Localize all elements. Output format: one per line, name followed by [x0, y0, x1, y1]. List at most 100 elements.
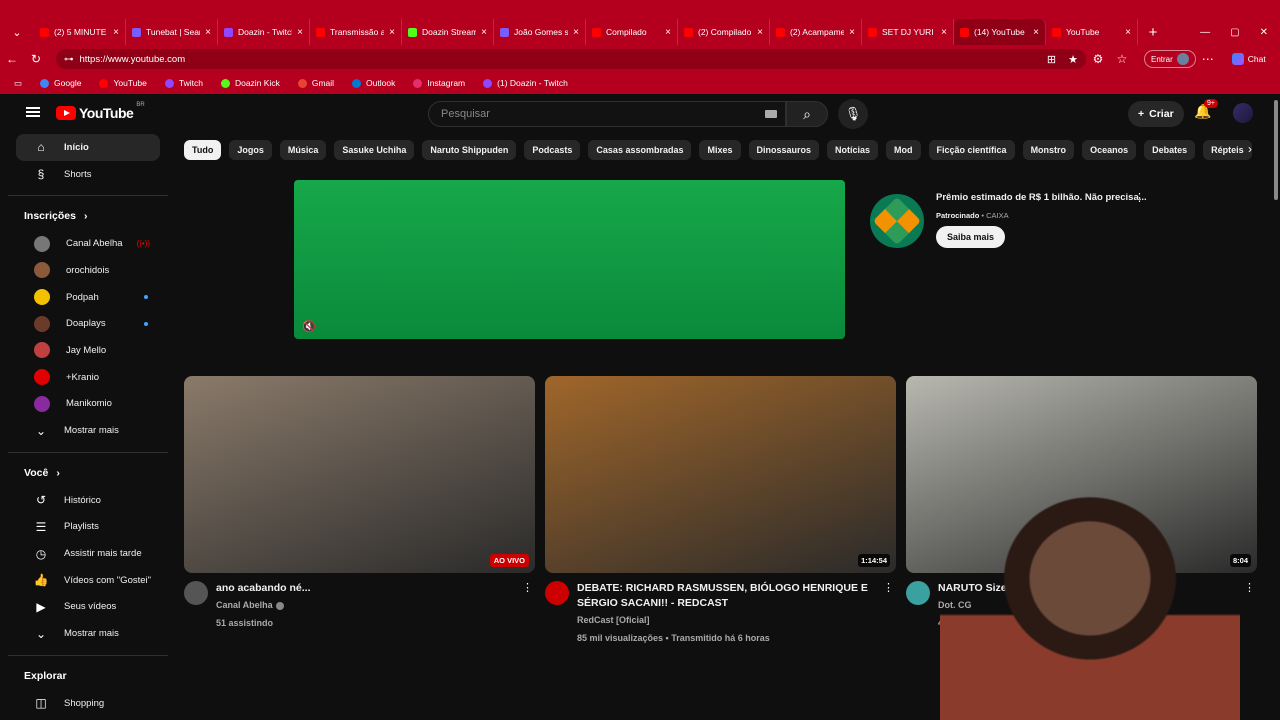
- close-tab-icon[interactable]: ×: [297, 27, 303, 38]
- voice-search-button[interactable]: 🎙: [838, 99, 868, 129]
- filter-chip[interactable]: Jogos: [229, 140, 272, 160]
- channel-name[interactable]: Canal Abelha: [216, 600, 273, 610]
- close-tab-icon[interactable]: ×: [941, 27, 947, 38]
- browser-tab[interactable]: Tunebat | Searc ×: [126, 19, 218, 45]
- browser-tab[interactable]: (14) YouTube ×: [954, 19, 1046, 45]
- sidebar-item-home[interactable]: ⌂ Início: [16, 134, 160, 161]
- sidebar-subscription[interactable]: Canal Abelha ((•)): [16, 230, 160, 257]
- more-vert-icon[interactable]: ⋮: [1244, 581, 1255, 594]
- browser-tab[interactable]: Transmissão ao ×: [310, 19, 402, 45]
- address-bar[interactable]: ⊶ https://www.youtube.com ⊞ ★: [56, 49, 1086, 69]
- sidebar-subscription[interactable]: Podpah: [16, 284, 160, 311]
- filter-chip[interactable]: Oceanos: [1082, 140, 1137, 160]
- browser-tab[interactable]: YouTube ×: [1046, 19, 1138, 45]
- close-tab-icon[interactable]: ×: [481, 27, 487, 38]
- muted-icon[interactable]: 🔇: [302, 320, 316, 333]
- filter-chip[interactable]: Monstro: [1022, 140, 1075, 160]
- chevron-right-icon[interactable]: ›: [1248, 142, 1252, 156]
- menu-icon[interactable]: [26, 107, 40, 117]
- ad-title[interactable]: Prêmio estimado de R$ 1 bilhão. Não prec…: [936, 192, 1147, 203]
- sidebar-subscription[interactable]: Manikomio: [16, 391, 160, 418]
- video-thumbnail[interactable]: AO VIVO: [184, 376, 535, 573]
- more-options-icon[interactable]: ⋯: [1196, 52, 1220, 66]
- bookmark-item[interactable]: Doazin Kick: [220, 78, 280, 88]
- sidebar-item-shorts[interactable]: § Shorts: [16, 161, 160, 188]
- maximize-icon[interactable]: ▢: [1230, 27, 1239, 38]
- close-tab-icon[interactable]: ×: [389, 27, 395, 38]
- filter-chip[interactable]: Debates: [1144, 140, 1196, 160]
- close-tab-icon[interactable]: ×: [113, 27, 119, 38]
- filter-chip[interactable]: Sasuke Uchiha: [334, 140, 415, 160]
- subscriptions-heading[interactable]: Inscrições ›: [8, 202, 168, 230]
- sidebar-subscription[interactable]: Doaplays: [16, 310, 160, 337]
- sidebar-item-you[interactable]: ▶ Seus vídeos: [16, 594, 160, 621]
- bookmark-item[interactable]: Twitch: [164, 78, 203, 88]
- browser-tab[interactable]: Doazin - Twitch ×: [218, 19, 310, 45]
- search-input[interactable]: Pesquisar: [428, 101, 786, 127]
- browser-tab[interactable]: Doazin Stream ×: [402, 19, 494, 45]
- page-scrollbar[interactable]: [1272, 94, 1280, 720]
- new-tab-button[interactable]: +: [1138, 24, 1168, 41]
- close-tab-icon[interactable]: ×: [849, 27, 855, 38]
- bookmark-item[interactable]: YouTube: [99, 78, 147, 88]
- tab-actions-menu[interactable]: ⌄: [0, 18, 34, 46]
- bookmarks-menu-icon[interactable]: ▭: [14, 78, 22, 89]
- video-thumbnail[interactable]: 1:14:54: [545, 376, 896, 573]
- sidebar-item-you[interactable]: ◷ Assistir mais tarde: [16, 540, 160, 567]
- video-title[interactable]: ano acabando né...: [216, 581, 516, 596]
- close-window-icon[interactable]: ✕: [1260, 27, 1268, 38]
- filter-chip[interactable]: Répteis: [1203, 140, 1252, 160]
- copilot-chat-button[interactable]: Chat: [1231, 53, 1266, 65]
- more-vert-icon[interactable]: ⋮: [883, 581, 894, 594]
- sign-in-button[interactable]: Entrar: [1144, 50, 1196, 68]
- browser-tab[interactable]: João Gomes se ×: [494, 19, 586, 45]
- bookmark-item[interactable]: Instagram: [413, 78, 465, 88]
- sidebar-item-shopping[interactable]: ◫ Shopping: [16, 690, 160, 717]
- youtube-logo[interactable]: YouTube BR: [56, 102, 145, 121]
- favorites-icon[interactable]: ☆: [1110, 52, 1134, 66]
- advertiser-logo[interactable]: [870, 194, 924, 248]
- show-more-button[interactable]: ⌄ Mostrar mais: [16, 417, 160, 444]
- bookmark-item[interactable]: (1) Doazin - Twitch: [483, 78, 568, 88]
- channel-avatar[interactable]: [184, 581, 208, 605]
- sidebar-item-you[interactable]: ☰ Playlists: [16, 514, 160, 541]
- channel-avatar[interactable]: [906, 581, 930, 605]
- account-avatar[interactable]: [1233, 103, 1253, 123]
- create-button[interactable]: + Criar: [1128, 101, 1184, 127]
- close-tab-icon[interactable]: ×: [1125, 27, 1131, 38]
- channel-avatar[interactable]: [545, 581, 569, 605]
- site-info-icon[interactable]: ⊶: [64, 54, 74, 65]
- filter-chip[interactable]: Mod: [886, 140, 921, 160]
- close-tab-icon[interactable]: ×: [573, 27, 579, 38]
- learn-more-button[interactable]: Saiba mais: [936, 226, 1006, 248]
- browser-tab[interactable]: SET DJ YURI PE ×: [862, 19, 954, 45]
- filter-chip[interactable]: Ficção científica: [928, 140, 1015, 160]
- close-tab-icon[interactable]: ×: [205, 27, 211, 38]
- filter-chip[interactable]: Mixes: [699, 140, 741, 160]
- close-tab-icon[interactable]: ×: [1033, 27, 1039, 38]
- more-vert-icon[interactable]: ⋮: [1134, 191, 1145, 204]
- browser-tab[interactable]: (2) 5 MINUTE V ×: [34, 19, 126, 45]
- filter-chip[interactable]: Notícias: [827, 140, 879, 160]
- channel-name[interactable]: RedCast [Oficial]: [577, 615, 650, 625]
- back-icon[interactable]: ←: [0, 52, 24, 66]
- video-card[interactable]: 1:14:54 DEBATE: RICHARD RASMUSSEN, BIÓLO…: [545, 376, 896, 651]
- bookmark-item[interactable]: Outlook: [352, 78, 395, 88]
- sidebar-item-you[interactable]: 👍 Vídeos com "Gostei": [16, 567, 160, 594]
- more-vert-icon[interactable]: ⋮: [522, 581, 533, 594]
- sidebar-subscription[interactable]: orochidois: [16, 257, 160, 284]
- you-heading[interactable]: Você ›: [8, 459, 168, 487]
- minimize-icon[interactable]: —: [1200, 27, 1210, 38]
- sidebar-item-you[interactable]: ↺ Histórico: [16, 487, 160, 514]
- bookmark-item[interactable]: Google: [40, 78, 81, 88]
- browser-tab[interactable]: (2) Acampamen ×: [770, 19, 862, 45]
- favorite-star-icon[interactable]: ★: [1068, 53, 1078, 66]
- video-card[interactable]: AO VIVO ano acabando né... Canal Abelha …: [184, 376, 535, 651]
- bookmark-item[interactable]: Gmail: [297, 78, 334, 88]
- close-tab-icon[interactable]: ×: [757, 27, 763, 38]
- search-button[interactable]: ⌕: [786, 101, 828, 127]
- sidebar-subscription[interactable]: +Kranio: [16, 364, 160, 391]
- sidebar-subscription[interactable]: Jay Mello: [16, 337, 160, 364]
- browser-tab[interactable]: Compilado ×: [586, 19, 678, 45]
- reload-icon[interactable]: ↻: [24, 52, 48, 66]
